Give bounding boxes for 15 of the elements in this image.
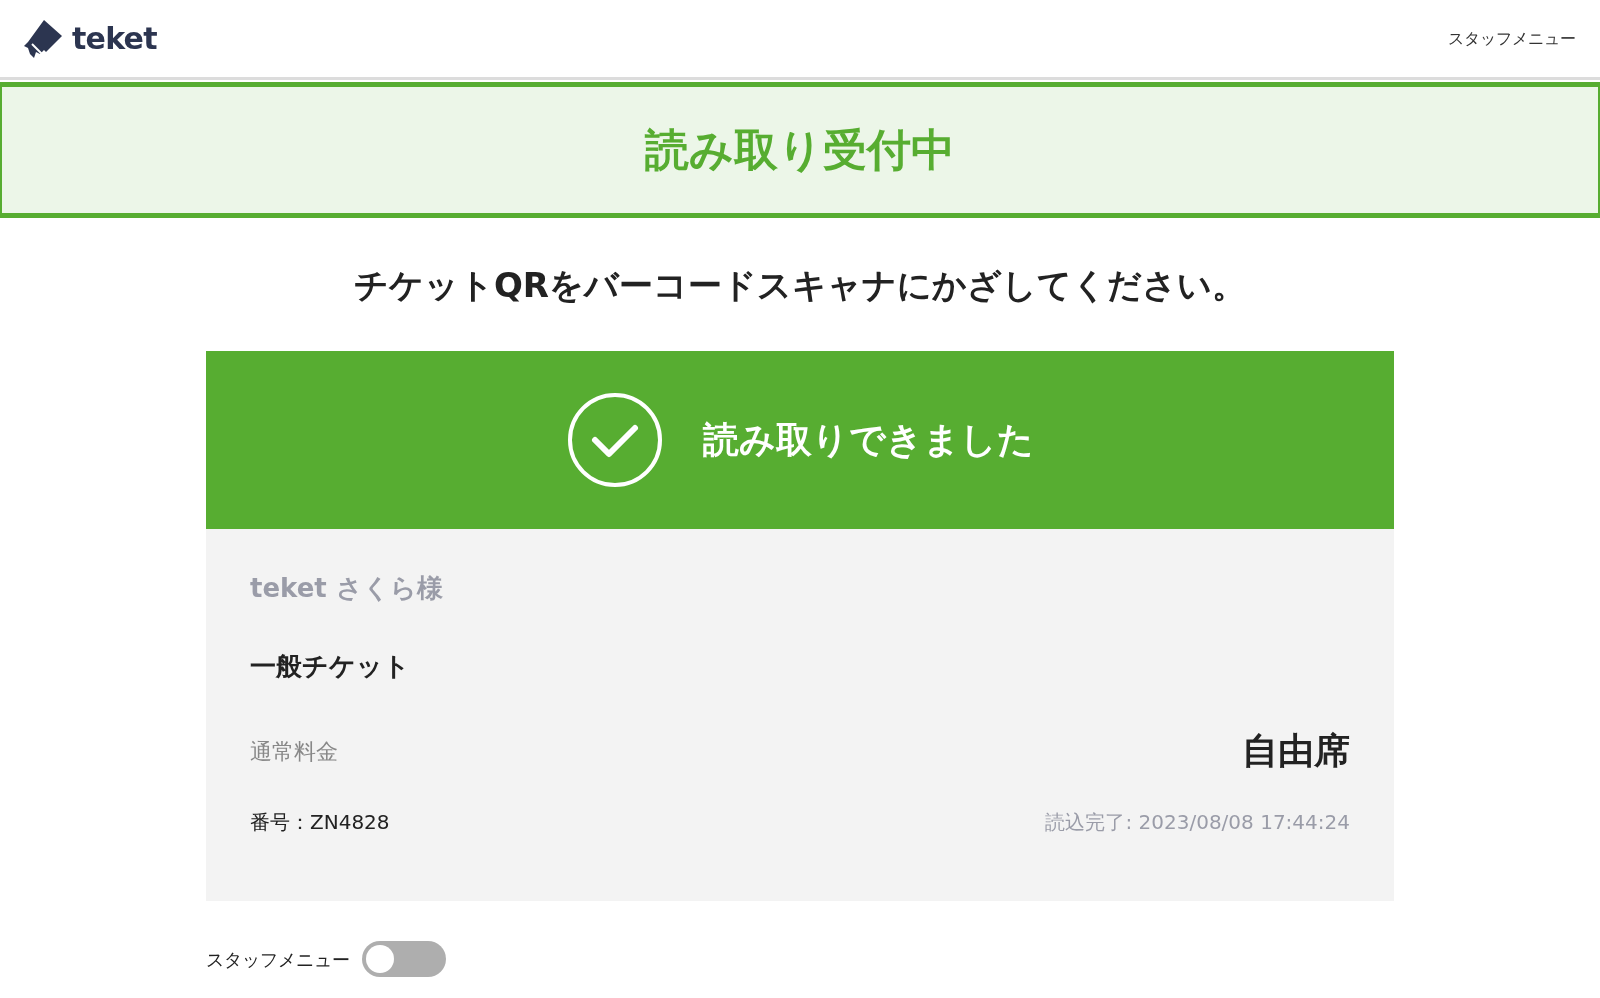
instruction-text: チケットQRをバーコードスキャナにかざしてください。 <box>352 264 1248 307</box>
success-message: 読み取りできました <box>702 418 1034 462</box>
staff-menu-link[interactable]: スタッフメニュー <box>1448 26 1578 51</box>
ticket-logo-icon <box>22 17 64 60</box>
staff-menu-toggle[interactable] <box>362 941 446 977</box>
logo-text[interactable]: teket <box>72 16 157 61</box>
check-circle-icon <box>566 392 663 488</box>
ticket-number: 番号：ZN4828 <box>250 809 390 836</box>
read-time: 読込完了: 2023/08/08 17:44:24 <box>1045 809 1350 836</box>
seat-type: 自由席 <box>1242 729 1350 773</box>
staff-menu-label: スタッフメニュー <box>206 947 350 972</box>
status-text: 読み取り受付中 <box>645 123 955 177</box>
price-type: 通常料金 <box>250 737 338 766</box>
ticket-type: 一般チケット <box>250 650 411 683</box>
holder-name: teket さくら様 <box>250 572 444 605</box>
